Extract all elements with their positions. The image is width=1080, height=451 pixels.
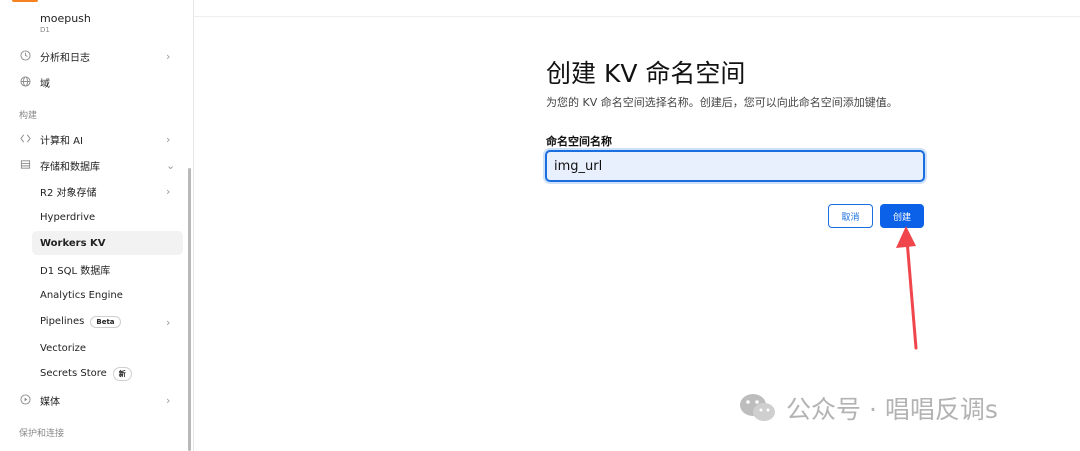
- clock-icon: [19, 50, 31, 62]
- sidebar-item-label: 域: [40, 78, 50, 90]
- sidebar: moepush D1 分析和日志 › 域 构建 计算和 AI › 存储和数据库 …: [0, 0, 194, 451]
- cancel-button[interactable]: 取消: [828, 204, 873, 228]
- wechat-icon: [740, 394, 775, 421]
- chevron-down-icon: ⌄: [166, 158, 176, 172]
- sidebar-item-label: 分析和日志: [40, 52, 90, 64]
- sidebar-item-label: Pipelines: [40, 316, 85, 327]
- beta-badge: Beta: [90, 316, 121, 328]
- sidebar-item-label-wrap: Secrets Store 新: [40, 367, 132, 381]
- section-heading-protect: 保护和连接: [19, 429, 65, 439]
- sidebar-item-r2[interactable]: R2 对象存储 ›: [32, 179, 183, 203]
- sidebar-item-domains[interactable]: 域: [0, 70, 194, 94]
- sidebar-item-label: 计算和 AI: [40, 135, 83, 147]
- new-badge: 新: [112, 367, 132, 381]
- play-icon: [19, 394, 31, 406]
- page-subtitle: 为您的 KV 命名空间选择名称。创建后，您可以向此命名空间添加键值。: [546, 96, 898, 109]
- chevron-right-icon: ›: [166, 132, 171, 146]
- account-name: moepush: [40, 12, 91, 25]
- sidebar-item-label: Vectorize: [40, 342, 87, 354]
- chevron-right-icon: ›: [166, 393, 171, 407]
- sidebar-item-label: Hyperdrive: [40, 211, 96, 223]
- sidebar-item-compute[interactable]: 计算和 AI ›: [0, 127, 194, 151]
- compute-icon: [19, 133, 31, 145]
- sidebar-item-secrets-store[interactable]: Secrets Store 新: [32, 362, 183, 386]
- page-title: 创建 KV 命名空间: [546, 59, 746, 88]
- sidebar-item-hyperdrive[interactable]: Hyperdrive: [32, 205, 183, 229]
- annotation-arrow: [896, 226, 918, 350]
- chevron-right-icon: ›: [166, 184, 171, 198]
- globe-icon: [19, 76, 31, 88]
- account-switcher[interactable]: moepush D1: [40, 12, 91, 34]
- sidebar-item-analytics-engine[interactable]: Analytics Engine: [32, 283, 183, 307]
- namespace-name-field[interactable]: [545, 150, 925, 182]
- watermark-text: 公众号 · 唱唱反调s: [786, 395, 998, 424]
- sidebar-item-analytics[interactable]: 分析和日志 ›: [0, 44, 194, 68]
- sidebar-item-workers-kv[interactable]: Workers KV: [32, 231, 183, 255]
- database-icon: [19, 159, 31, 171]
- sidebar-item-storage[interactable]: 存储和数据库 ⌄: [0, 153, 194, 177]
- sidebar-item-label: Analytics Engine: [40, 289, 123, 301]
- logo-strip: [0, 0, 194, 4]
- sidebar-item-label: R2 对象存储: [40, 187, 97, 199]
- sidebar-item-media[interactable]: 媒体 ›: [0, 388, 194, 412]
- sidebar-item-d1[interactable]: D1 SQL 数据库: [32, 257, 183, 281]
- sidebar-item-label: D1 SQL 数据库: [40, 265, 111, 277]
- account-sub: D1: [40, 26, 50, 34]
- sidebar-item-label: Workers KV: [40, 237, 106, 249]
- chevron-right-icon: ›: [166, 49, 171, 63]
- sidebar-item-label: Secrets Store: [40, 368, 107, 379]
- sidebar-item-pipelines[interactable]: Pipelines Beta ›: [32, 310, 183, 334]
- chevron-right-icon: ›: [166, 315, 171, 329]
- sidebar-scrollbar[interactable]: [188, 168, 191, 451]
- sidebar-item-label: 存储和数据库: [40, 161, 100, 173]
- sidebar-item-vectorize[interactable]: Vectorize: [32, 336, 183, 360]
- section-heading-build: 构建: [19, 111, 38, 121]
- sidebar-item-label: 媒体: [40, 396, 60, 408]
- header-divider: [194, 16, 1080, 17]
- namespace-name-label: 命名空间名称: [546, 135, 612, 148]
- namespace-name-input[interactable]: [547, 152, 923, 180]
- sidebar-item-label-wrap: Pipelines Beta: [40, 316, 121, 328]
- watermark: 公众号 · 唱唱反调s: [738, 388, 998, 428]
